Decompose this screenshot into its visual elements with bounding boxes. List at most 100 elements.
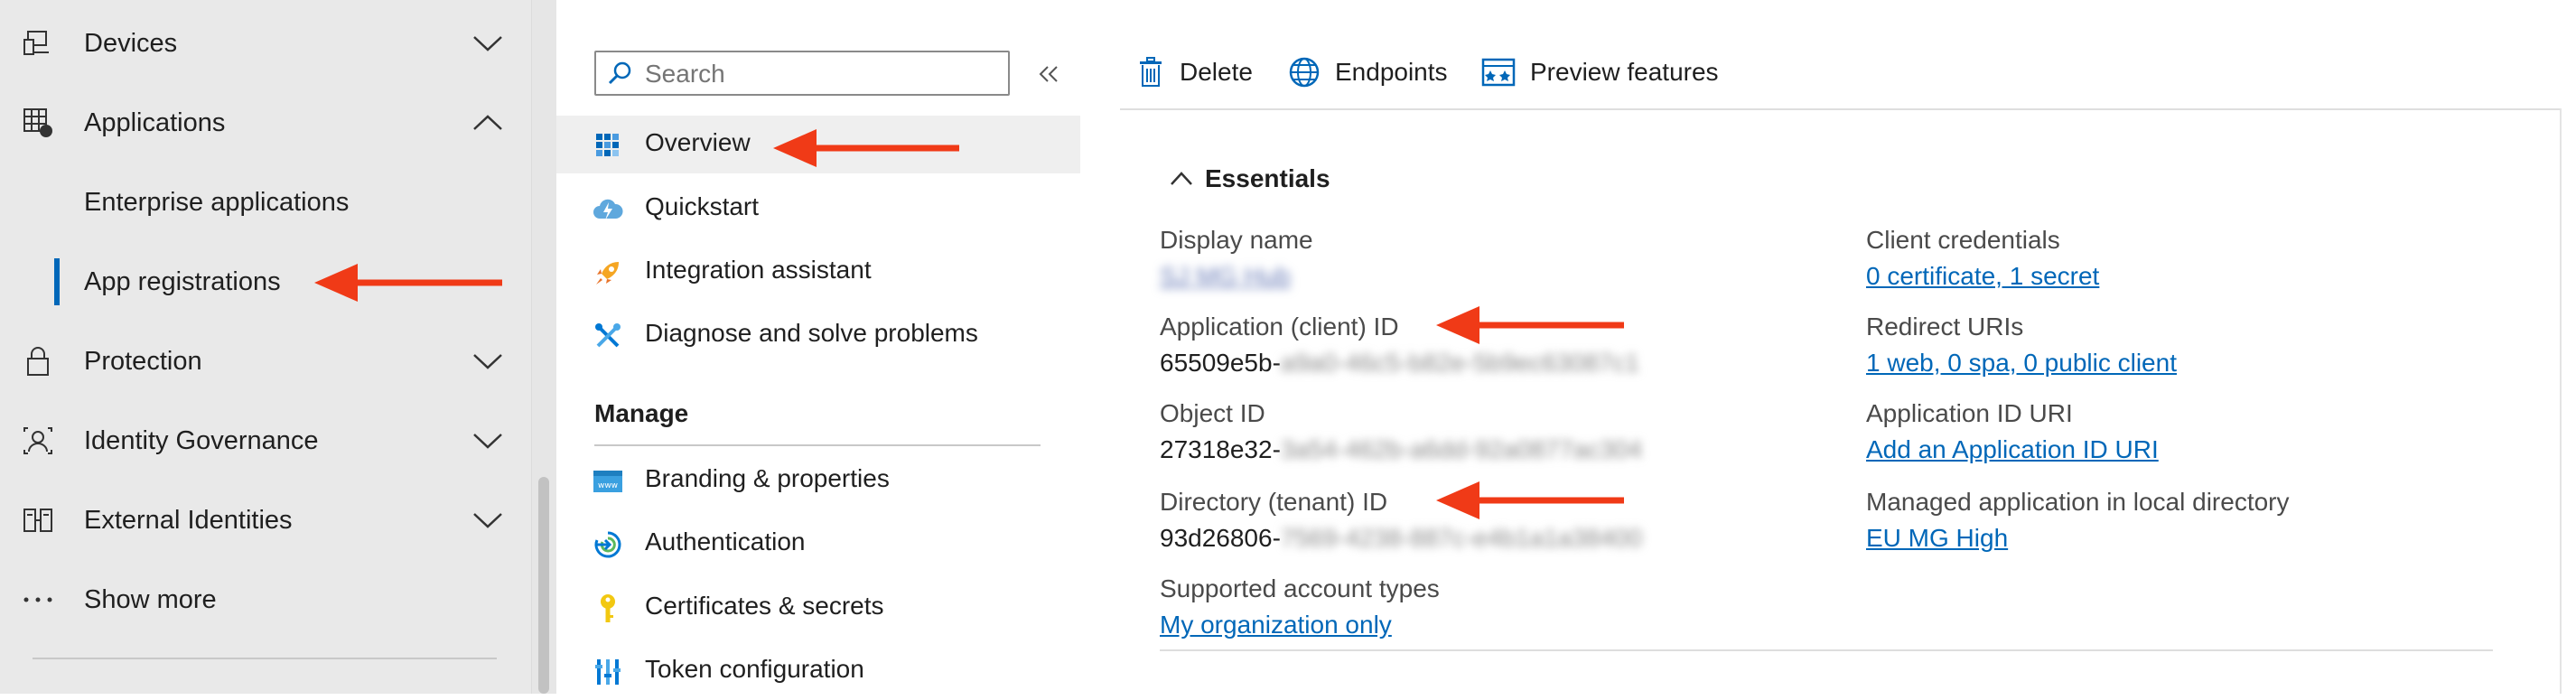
nav-item-applications[interactable]: Applications: [0, 87, 506, 159]
overview-grid-icon: [593, 130, 623, 161]
token-bars-icon: [593, 657, 623, 687]
client-id-hidden: a9a0-46c5-b82e-5b9ec63087c1: [1280, 349, 1639, 377]
menu-item-diagnose[interactable]: Diagnose and solve problems: [556, 306, 1080, 364]
nav-item-show-more[interactable]: Show more: [0, 564, 506, 636]
nav-divider: [33, 658, 497, 659]
menu-label-diagnose: Diagnose and solve problems: [645, 319, 978, 347]
globe-icon: [1289, 57, 1320, 88]
chevron-down-icon[interactable]: [471, 345, 504, 378]
nav-label-protection: Protection: [84, 346, 202, 376]
search-icon: [607, 60, 634, 91]
devices-icon: [20, 25, 56, 61]
display-name-label: Display name: [1160, 226, 1313, 254]
delete-button[interactable]: Delete: [1136, 52, 1253, 92]
chevron-down-icon[interactable]: [471, 504, 504, 537]
client-id-value: 65509e5b-a9a0-46c5-b82e-5b9ec63087c1: [1160, 349, 1639, 378]
menu-item-branding[interactable]: www Branding & properties: [556, 452, 1080, 509]
selected-indicator: [54, 258, 60, 305]
nav-item-enterprise-applications[interactable]: Enterprise applications: [0, 166, 506, 238]
essentials-divider: [1160, 649, 2493, 651]
menu-label-authentication: Authentication: [645, 527, 806, 555]
tenant-id-label: Directory (tenant) ID: [1160, 488, 1388, 516]
nav-item-identity-governance[interactable]: Identity Governance: [0, 405, 506, 477]
more-icon: [20, 582, 56, 618]
search-box[interactable]: [594, 51, 1010, 96]
left-nav: Devices Applications Enterprise applicat…: [0, 0, 531, 694]
app-id-uri-label: Application ID URI: [1866, 399, 2073, 427]
nav-label-external-identities: External Identities: [84, 505, 293, 535]
menu-item-integration-assistant[interactable]: Integration assistant: [556, 243, 1080, 301]
search-input[interactable]: [643, 52, 999, 96]
nav-label-enterprise-applications: Enterprise applications: [84, 187, 350, 217]
nav-item-devices[interactable]: Devices: [0, 7, 506, 79]
managed-app-label: Managed application in local directory: [1866, 488, 2290, 516]
lock-icon: [20, 343, 56, 379]
menu-label-overview: Overview: [645, 128, 751, 156]
menu-label-token-configuration: Token configuration: [645, 655, 864, 683]
essentials-heading: Essentials: [1205, 164, 1330, 192]
nav-label-show-more: Show more: [84, 584, 217, 614]
tenant-id-hidden: 7569-4238-887c-e4b1a1a38400: [1280, 524, 1643, 552]
nav-label-devices: Devices: [84, 28, 178, 58]
nav-item-protection[interactable]: Protection: [0, 325, 506, 397]
menu-label-integration-assistant: Integration assistant: [645, 256, 872, 284]
key-icon: [593, 593, 623, 624]
panel-border: [2560, 108, 2562, 694]
rocket-icon: [593, 257, 623, 288]
annotation-arrow: [314, 264, 502, 302]
identity-governance-icon: [20, 423, 56, 459]
applications-icon: [20, 105, 56, 141]
client-id-label: Application (client) ID: [1160, 313, 1399, 341]
endpoints-button[interactable]: Endpoints: [1288, 52, 1448, 92]
annotation-arrow: [1436, 306, 1624, 344]
quickstart-cloud-icon: [593, 194, 623, 225]
menu-item-token-configuration[interactable]: Token configuration: [556, 642, 1080, 700]
essentials-toggle[interactable]: Essentials: [1169, 163, 1330, 195]
collapse-menu-icon[interactable]: [1037, 58, 1060, 95]
tenant-id-value: 93d26806-7569-4238-887c-e4b1a1a38400: [1160, 524, 1642, 553]
branding-icon: www: [593, 466, 623, 497]
menu-item-quickstart[interactable]: Quickstart: [556, 180, 1080, 238]
trash-icon: [1140, 57, 1162, 87]
annotation-arrow: [1436, 481, 1624, 519]
chevron-up-icon[interactable]: [471, 107, 504, 139]
display-name-value[interactable]: SJ MG Hub: [1160, 262, 1291, 291]
client-credentials-link[interactable]: 0 certificate, 1 secret: [1866, 262, 2099, 291]
preview-features-button[interactable]: Preview features: [1481, 52, 1719, 92]
svg-text:www: www: [598, 481, 618, 490]
object-id-label: Object ID: [1160, 399, 1265, 427]
account-types-label: Supported account types: [1160, 574, 1440, 602]
authentication-icon: [593, 529, 623, 560]
account-types-link[interactable]: My organization only: [1160, 611, 1392, 639]
object-id-prefix: 27318e32-: [1160, 435, 1281, 463]
toolbar-divider: [1120, 108, 2562, 110]
client-credentials-label: Client credentials: [1866, 226, 2060, 254]
object-id-value: 27318e32-3a54-462b-a6dd-92a0877ac304: [1160, 435, 1642, 464]
chevron-up-icon: [1171, 172, 1192, 185]
wrench-icon: [593, 321, 623, 351]
client-id-prefix: 65509e5b-: [1160, 349, 1281, 377]
chevron-down-icon[interactable]: [471, 27, 504, 60]
object-id-hidden: 3a54-462b-a6dd-92a0877ac304: [1280, 435, 1643, 463]
annotation-arrow: [773, 129, 959, 167]
scrollbar-thumb[interactable]: [538, 477, 549, 694]
nav-label-identity-governance: Identity Governance: [84, 425, 319, 455]
redirect-uris-link[interactable]: 1 web, 0 spa, 0 public client: [1866, 349, 2177, 378]
menu-item-authentication[interactable]: Authentication: [556, 515, 1080, 573]
chevron-down-icon[interactable]: [471, 425, 504, 457]
nav-item-external-identities[interactable]: External Identities: [0, 484, 506, 556]
preview-features-icon: [1481, 58, 1516, 87]
external-identities-icon: [20, 502, 56, 538]
nav-label-applications: Applications: [84, 107, 226, 137]
redirect-uris-label: Redirect URIs: [1866, 313, 2024, 341]
menu-label-branding: Branding & properties: [645, 464, 890, 492]
menu-label-quickstart: Quickstart: [645, 192, 760, 220]
managed-app-link[interactable]: EU MG High: [1866, 524, 2008, 553]
delete-label: Delete: [1180, 58, 1253, 86]
preview-features-label: Preview features: [1530, 58, 1719, 86]
tenant-id-prefix: 93d26806-: [1160, 524, 1281, 552]
menu-label-certificates: Certificates & secrets: [645, 592, 884, 620]
app-id-uri-link[interactable]: Add an Application ID URI: [1866, 435, 2159, 464]
nav-label-app-registrations: App registrations: [84, 266, 281, 296]
menu-item-certificates[interactable]: Certificates & secrets: [556, 579, 1080, 637]
